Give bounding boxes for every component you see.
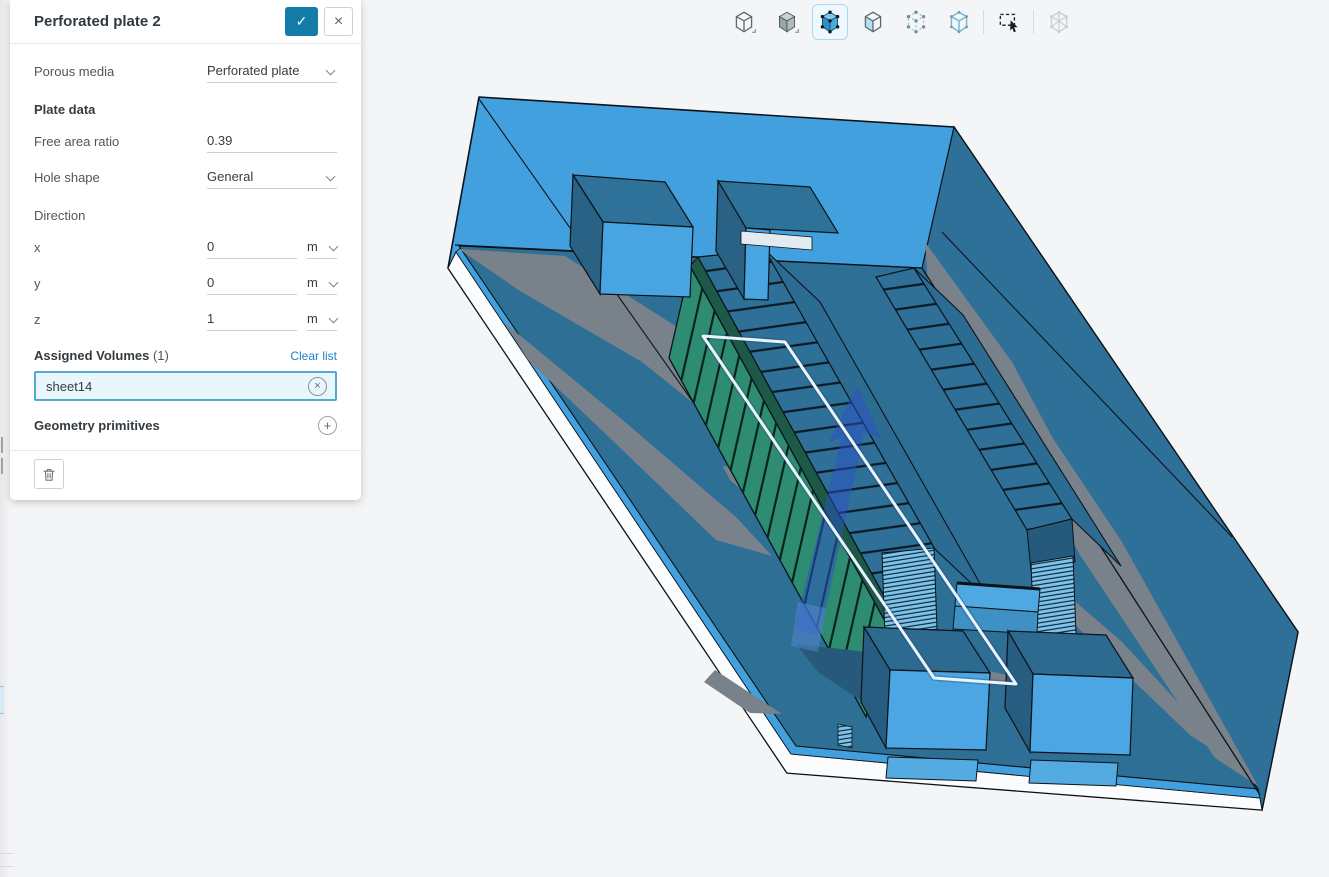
close-button[interactable]: × [324, 7, 353, 36]
porous-media-label: Porous media [34, 61, 207, 79]
plate-data-heading: Plate data [34, 102, 337, 117]
direction-y-input[interactable]: 0 [207, 273, 297, 295]
panel-divider [10, 450, 361, 451]
panel-header: Perforated plate 2 ✓ × [10, 0, 361, 44]
strip-divider [0, 853, 14, 854]
panel-title: Perforated plate 2 [34, 13, 285, 30]
edge-select-cube-icon [946, 9, 972, 35]
view-toolbar [722, 4, 1080, 40]
render-solid-button[interactable] [769, 4, 805, 40]
hole-shape-select[interactable]: General [207, 167, 337, 189]
confirm-button[interactable]: ✓ [285, 7, 318, 36]
chevron-down-icon [329, 242, 339, 252]
geometry-primitives-label: Geometry primitives [34, 418, 318, 433]
chip-label: sheet14 [46, 379, 92, 394]
strip-highlight [0, 686, 4, 714]
vertex-select-cube-icon [903, 9, 929, 35]
select-face-button[interactable] [855, 4, 891, 40]
close-icon: × [334, 13, 343, 31]
solid-cube-icon [774, 9, 800, 35]
direction-y-label: y [34, 273, 207, 291]
face-select-cube-icon [860, 9, 886, 35]
clear-list-link[interactable]: Clear list [290, 349, 337, 363]
strip-divider [0, 866, 14, 867]
chevron-down-icon [329, 314, 339, 324]
chevron-down-icon [326, 66, 336, 76]
box-select-button[interactable] [991, 4, 1027, 40]
perforated-plate-panel: Perforated plate 2 ✓ × Porous media Perf… [10, 0, 361, 500]
chevron-down-icon [326, 172, 336, 182]
direction-x-unit-select[interactable]: m [307, 237, 337, 259]
direction-z-input[interactable]: 1 [207, 309, 297, 331]
box-select-icon [996, 9, 1022, 35]
direction-x-input[interactable]: 0 [207, 237, 297, 259]
direction-heading: Direction [34, 208, 337, 223]
check-icon: ✓ [296, 13, 308, 30]
plus-icon: + [324, 418, 332, 433]
direction-x-label: x [34, 237, 207, 255]
chevron-down-icon [329, 278, 339, 288]
trash-icon [41, 466, 57, 483]
add-geometry-primitive-button[interactable]: + [318, 416, 337, 435]
render-wireframe-button[interactable] [726, 4, 762, 40]
direction-z-unit-select[interactable]: m [307, 309, 337, 331]
hole-shape-label: Hole shape [34, 167, 207, 185]
assigned-volumes-label: Assigned Volumes [34, 348, 149, 363]
toolbar-separator [983, 10, 984, 34]
direction-y-unit-select[interactable]: m [307, 273, 337, 295]
porous-media-select[interactable]: Perforated plate [207, 61, 337, 83]
select-vertex-button[interactable] [898, 4, 934, 40]
delete-button[interactable] [34, 459, 64, 489]
free-area-ratio-label: Free area ratio [34, 131, 207, 149]
select-edge-button[interactable] [941, 4, 977, 40]
direction-z-label: z [34, 309, 207, 327]
free-area-ratio-input[interactable]: 0.39 [207, 131, 337, 153]
wireframe-cube-icon [731, 9, 757, 35]
select-hidden-button [1041, 4, 1077, 40]
toolbar-separator [1033, 10, 1034, 34]
panel-resize-handle[interactable] [1, 437, 7, 453]
volume-select-cube-icon [817, 9, 843, 35]
hidden-geometry-cube-icon [1046, 9, 1072, 35]
assigned-volume-chip[interactable]: sheet14 × [34, 371, 337, 401]
chip-remove-icon[interactable]: × [308, 377, 327, 396]
select-volume-button[interactable] [812, 4, 848, 40]
